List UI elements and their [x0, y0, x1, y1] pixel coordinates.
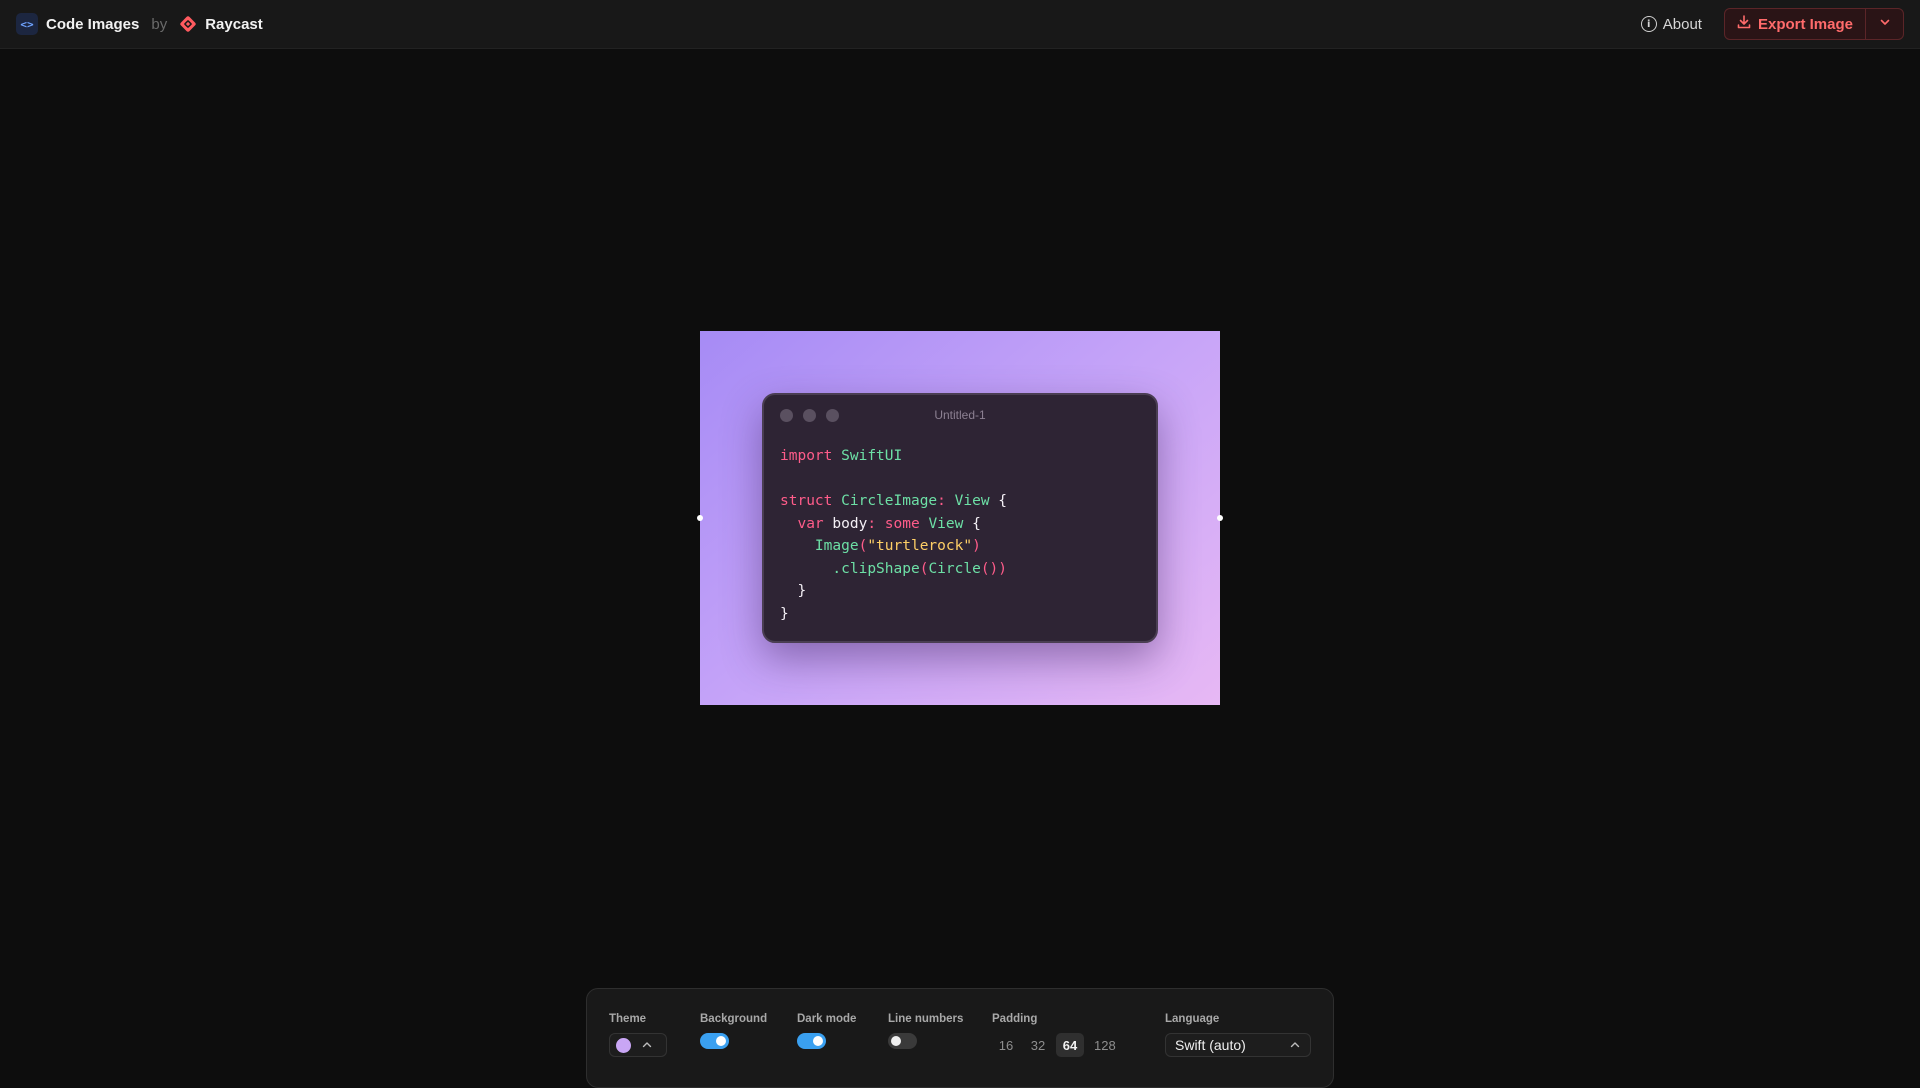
about-label: About [1662, 15, 1702, 33]
theme-select[interactable] [609, 1033, 667, 1057]
image-frame: Untitled-1 import SwiftUI struct CircleI… [697, 331, 1223, 705]
chevron-up-icon [641, 1039, 653, 1051]
export-button-group: Export Image [1723, 8, 1904, 40]
about-button[interactable]: i About [1631, 10, 1712, 39]
background-label: Background [700, 1013, 768, 1025]
background-toggle[interactable] [700, 1033, 729, 1049]
line-numbers-toggle[interactable] [888, 1033, 917, 1049]
padding-options: 16 32 64 128 [992, 1033, 1122, 1057]
padding-label: Padding [992, 1013, 1038, 1025]
resize-handle-left[interactable] [697, 515, 703, 521]
dark-mode-toggle[interactable] [797, 1033, 826, 1049]
app-name: Code Images [46, 15, 140, 33]
code-brackets-icon: <> [16, 13, 38, 35]
controls-panel: Theme Background Dark mode Line numbers … [586, 988, 1334, 1088]
theme-control: Theme [609, 1013, 667, 1057]
padding-option-16[interactable]: 16 [992, 1033, 1020, 1057]
top-bar: <> Code Images by Raycast i About Export… [0, 0, 1920, 49]
language-value: Swift (auto) [1175, 1037, 1246, 1053]
line-numbers-label: Line numbers [888, 1013, 964, 1025]
brand: <> Code Images by Raycast [16, 13, 263, 35]
window-title[interactable]: Untitled-1 [764, 395, 1156, 435]
dark-mode-label: Dark mode [797, 1013, 857, 1025]
theme-label: Theme [609, 1013, 647, 1025]
language-control: Language Swift (auto) [1165, 1013, 1311, 1057]
code-line: struct CircleImage: View { [780, 493, 1008, 509]
code-line: import SwiftUI [780, 448, 903, 464]
code-line: } [797, 583, 807, 599]
language-select[interactable]: Swift (auto) [1165, 1033, 1311, 1057]
code-line: .clipShape(Circle()) [832, 560, 1008, 577]
raycast-logo-icon[interactable] [179, 15, 197, 33]
padding-option-128[interactable]: 128 [1088, 1033, 1122, 1057]
export-image-button[interactable]: Export Image [1725, 9, 1865, 39]
chevron-up-icon [1289, 1039, 1301, 1051]
background-control: Background [700, 1013, 767, 1049]
code-line: var body: some View { [797, 515, 981, 532]
language-label: Language [1165, 1013, 1220, 1025]
padding-option-64[interactable]: 64 [1056, 1033, 1084, 1057]
code-line: Image("turtlerock") [814, 538, 981, 554]
window-header: Untitled-1 [764, 395, 1156, 435]
line-numbers-control: Line numbers [888, 1013, 963, 1049]
code-editor[interactable]: import SwiftUI struct CircleImage: View … [764, 435, 1156, 625]
code-window: Untitled-1 import SwiftUI struct CircleI… [762, 393, 1158, 643]
top-actions: i About Export Image [1631, 8, 1904, 40]
dark-mode-control: Dark mode [797, 1013, 856, 1049]
export-options-dropdown[interactable] [1865, 9, 1903, 39]
download-icon [1737, 15, 1751, 33]
resize-handle-right[interactable] [1217, 515, 1223, 521]
theme-swatch [616, 1037, 631, 1053]
export-label: Export Image [1757, 15, 1853, 33]
by-label: by [151, 15, 168, 33]
partner-name[interactable]: Raycast [205, 16, 263, 33]
chevron-down-icon [1879, 15, 1891, 33]
code-line: } [780, 605, 789, 622]
padding-control: Padding 16 32 64 128 [992, 1013, 1122, 1057]
padding-option-32[interactable]: 32 [1024, 1033, 1052, 1057]
info-icon: i [1640, 16, 1657, 32]
